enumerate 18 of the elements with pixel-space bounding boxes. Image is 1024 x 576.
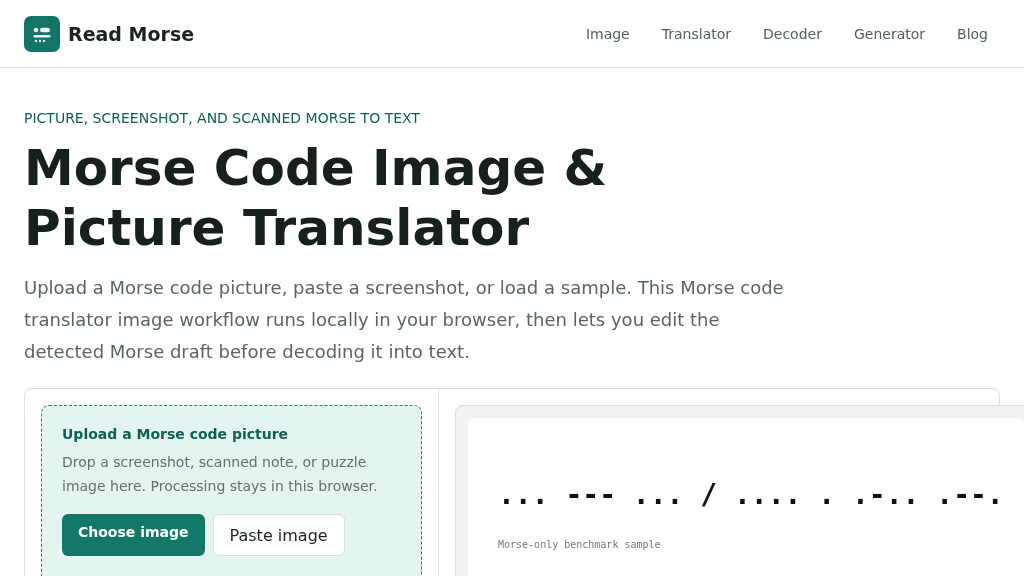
- nav-link[interactable]: Image: [585, 25, 630, 42]
- eyebrow-text: PICTURE, SCREENSHOT, AND SCANNED MORSE TO TEXT: [24, 109, 421, 128]
- nav-link[interactable]: Translator: [661, 25, 732, 42]
- page-title: Morse Code Image &: [24, 138, 608, 198]
- nav-link[interactable]: Generator: [853, 25, 926, 42]
- nav-link[interactable]: Decoder: [763, 25, 822, 42]
- upload-title: Upload a Morse code picture: [62, 426, 290, 442]
- upload-description: Drop a screenshot, scanned note, or puzzle image here. Processing stays in this browser.: [62, 453, 379, 496]
- page-title: Picture Translator: [24, 198, 530, 258]
- logo-icon: [24, 15, 60, 52]
- drop-zone[interactable]: Upload a Morse code picture Drop a screenshot, scanned note, or puzzle image here. Processing stays in this browser. Choose image Paste image: [41, 405, 422, 576]
- intro-paragraph: Upload a Morse code picture, paste a screenshot, or load a sample. This Morse code translator image workflow runs locally in your browser, then lets you edit the detected Morse draft before decoding it into text.: [24, 276, 785, 364]
- brand-name: Read Morse: [68, 22, 195, 45]
- paste-image-button[interactable]: Paste image: [212, 514, 345, 556]
- sample-caption: Morse-only benchmark sample: [498, 539, 661, 550]
- nav-link[interactable]: Blog: [957, 25, 988, 42]
- morse-text: ... --- ... / .... . .-.. .--.: [498, 478, 1004, 511]
- choose-image-button[interactable]: Choose image: [62, 514, 205, 556]
